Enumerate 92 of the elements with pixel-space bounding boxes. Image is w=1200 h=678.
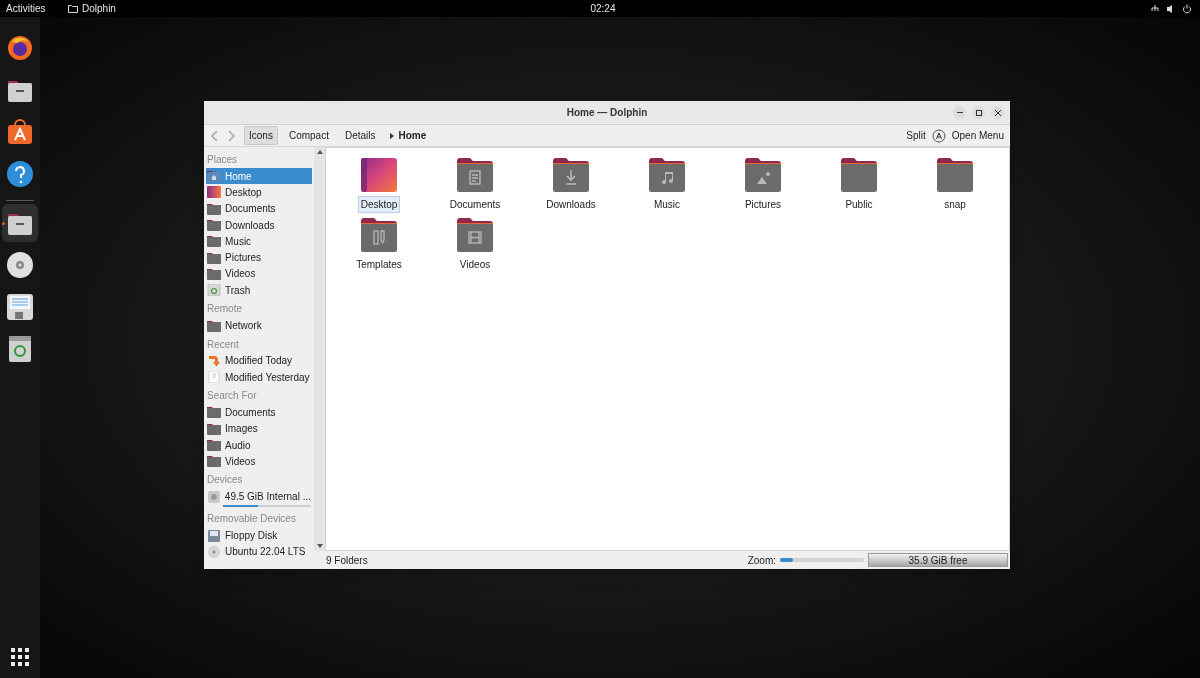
split-button[interactable]: Split — [906, 128, 926, 143]
scrollbar[interactable] — [314, 147, 325, 551]
section-heading: Remote — [206, 302, 243, 317]
folder-label[interactable]: Videos — [456, 256, 494, 273]
maximize-button[interactable] — [972, 106, 985, 119]
drive-icon — [207, 490, 221, 503]
scroll-up-icon[interactable] — [316, 150, 323, 154]
places-item[interactable]: Audio — [206, 436, 312, 454]
folder-icon — [457, 218, 493, 252]
section-heading: Places — [206, 153, 238, 167]
places-item[interactable]: Documents — [206, 200, 312, 217]
power-icon[interactable] — [1182, 3, 1192, 14]
caret-icon — [388, 132, 395, 139]
view-mode-tab[interactable]: Icons — [244, 126, 278, 145]
places-item[interactable]: Network — [206, 317, 312, 334]
network-icon[interactable] — [1150, 3, 1160, 14]
places-item[interactable]: Trash — [206, 282, 312, 299]
places-item[interactable]: Images — [206, 420, 312, 437]
places-item[interactable]: Downloads — [206, 216, 312, 234]
folder-label[interactable]: Documents — [446, 196, 504, 213]
folder-icon — [207, 422, 221, 435]
folder-icon — [207, 251, 221, 264]
desktop-folder-icon — [207, 186, 221, 199]
folder-label[interactable]: snap — [941, 196, 969, 213]
places-item[interactable]: Modified Yesterday — [206, 368, 312, 386]
view-mode-tab[interactable]: Compact — [283, 126, 334, 145]
close-button[interactable] — [991, 106, 1004, 119]
app-grid-icon[interactable] — [11, 648, 29, 666]
section-heading: Search For — [206, 389, 258, 404]
folder-label[interactable]: Desktop — [357, 196, 401, 213]
folder-icon — [207, 267, 221, 280]
folder-icon — [207, 406, 221, 419]
help-icon[interactable] — [6, 160, 34, 188]
close-icon — [994, 109, 1001, 116]
folder-icon — [68, 4, 78, 13]
folder-icon — [207, 202, 221, 215]
breadcrumb-item[interactable]: Home — [398, 128, 427, 143]
zoom-label: Zoom: — [747, 553, 776, 568]
window-title: Home — Dolphin — [566, 106, 648, 120]
clock[interactable]: 02:24 — [590, 1, 616, 16]
places-item[interactable]: Desktop — [206, 184, 312, 201]
app-name[interactable]: Dolphin — [82, 1, 116, 16]
folder-icon — [207, 219, 221, 232]
folder-icon — [207, 235, 221, 248]
folder-icon — [207, 319, 221, 332]
section-heading: Recent — [206, 337, 240, 352]
folder-label[interactable]: Pictures — [741, 196, 785, 213]
places-item[interactable]: Videos — [206, 453, 312, 470]
open-menu-button[interactable]: Open Menu — [951, 128, 1004, 143]
places-item[interactable]: Documents — [206, 404, 312, 421]
activities-button[interactable]: Activities — [6, 1, 68, 16]
shopping-bag-icon[interactable] — [6, 118, 34, 146]
folder-icon — [745, 158, 781, 192]
folder-icon — [649, 158, 685, 192]
places-item[interactable]: Ubuntu 22.04 LTS — [206, 543, 312, 561]
folder-icon — [841, 158, 877, 192]
folder-icon — [937, 158, 973, 192]
folder-icon — [553, 158, 589, 192]
folder-label[interactable]: Music — [650, 196, 684, 213]
folder-icon — [361, 218, 397, 252]
folder-count: 9 Folders — [326, 553, 369, 568]
disc-icon — [207, 545, 221, 558]
folder-label[interactable]: Templates — [353, 256, 405, 273]
free-space-bar: 35.9 GiB free — [868, 553, 1008, 567]
running-indicator — [2, 222, 5, 225]
places-item[interactable]: Videos — [206, 265, 312, 283]
places-item[interactable]: Music — [206, 233, 312, 250]
section-heading: Devices — [206, 473, 244, 488]
desktop-folder-icon — [361, 158, 397, 192]
places-item[interactable]: Floppy Disk — [206, 527, 312, 544]
folder-label[interactable]: Public — [842, 196, 876, 213]
floppy-icon — [207, 529, 221, 542]
folder-icon — [207, 439, 221, 451]
places-item[interactable]: Pictures — [206, 249, 312, 266]
view-mode-tab[interactable]: Details — [339, 126, 381, 145]
trash-icon — [207, 284, 221, 297]
question-page-icon — [207, 371, 221, 384]
scroll-down-icon[interactable] — [316, 544, 323, 548]
section-heading: Removable Devices — [206, 512, 297, 527]
disc-icon[interactable] — [6, 251, 34, 279]
minimize-button[interactable] — [953, 106, 966, 119]
trash-icon[interactable] — [6, 335, 34, 363]
browser-icon[interactable] — [6, 34, 34, 62]
floppy-icon[interactable] — [6, 293, 34, 321]
places-item[interactable]: Home — [206, 168, 312, 185]
folder-icon — [207, 455, 221, 468]
folder-label[interactable]: Downloads — [543, 196, 599, 213]
home-folder-icon — [207, 170, 221, 183]
folder-icon — [457, 158, 493, 192]
places-item[interactable]: Modified Today — [206, 352, 312, 369]
curved-arrow-icon — [207, 354, 221, 367]
places-item[interactable]: 49.5 GiB Internal ... — [206, 488, 312, 509]
